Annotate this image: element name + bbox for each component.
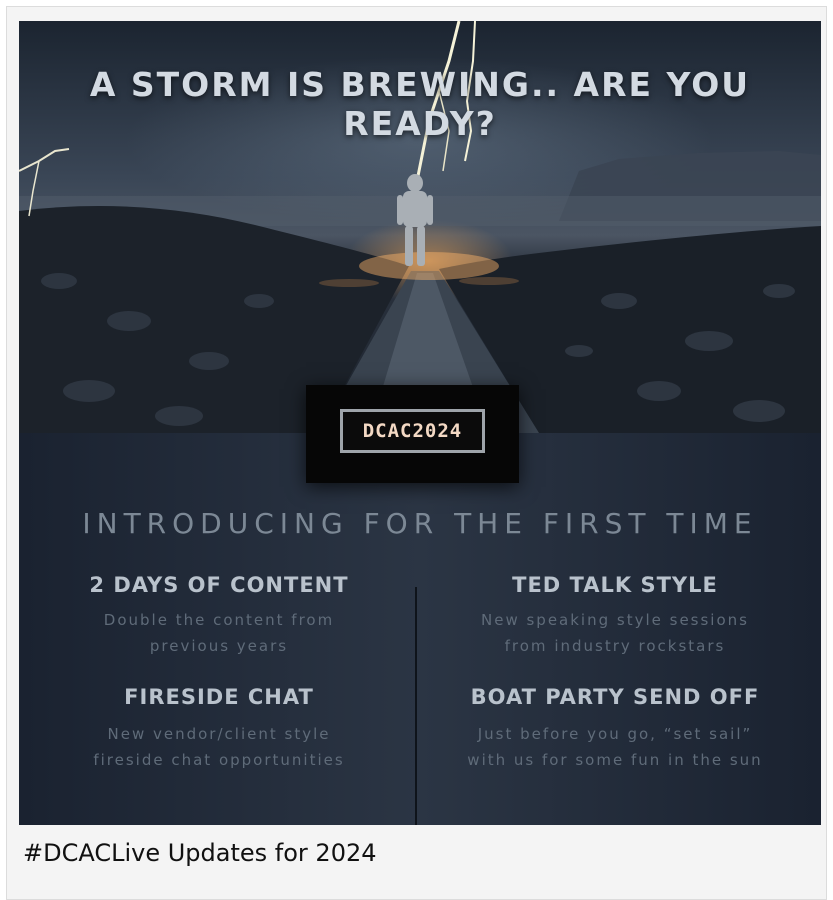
- feature-desc-content: Double the content from previous years: [39, 607, 399, 659]
- feature-desc-line: Just before you go, “set sail”: [477, 725, 753, 743]
- feature-desc-line: New speaking style sessions: [481, 611, 749, 629]
- column-divider: [415, 587, 417, 825]
- feature-desc-line: previous years: [149, 637, 289, 655]
- feature-desc-boat: Just before you go, “set sail” with us f…: [435, 721, 795, 773]
- feature-desc-ted: New speaking style sessions from industr…: [435, 607, 795, 659]
- feature-title-boat: BOAT PARTY SEND OFF: [470, 685, 760, 709]
- post-caption: #DCACLive Updates for 2024: [23, 839, 377, 867]
- feature-desc-line: Double the content from: [103, 611, 335, 629]
- intro-heading: INTRODUCING FOR THE FIRST TIME: [82, 507, 758, 540]
- logo-text: DCAC2024: [362, 420, 463, 442]
- feature-title-ted: TED TALK STYLE: [512, 573, 718, 597]
- storm-hero-artwork: A STORM IS BREWING.. ARE YOU READY?: [19, 21, 821, 433]
- event-poster-image[interactable]: A STORM IS BREWING.. ARE YOU READY? DCAC…: [19, 21, 821, 825]
- logo-frame: DCAC2024: [340, 409, 485, 453]
- dcac-logo-badge: DCAC2024: [306, 385, 519, 483]
- feature-desc-line: from industry rockstars: [504, 637, 726, 655]
- feature-desc-fireside: New vendor/client style fireside chat op…: [39, 721, 399, 773]
- feature-desc-line: New vendor/client style: [107, 725, 331, 743]
- feature-desc-line: with us for some fun in the sun: [467, 751, 763, 769]
- feature-desc-line: fireside chat opportunities: [93, 751, 345, 769]
- poster-headline: A STORM IS BREWING.. ARE YOU READY?: [89, 65, 751, 143]
- feature-title-content: 2 DAYS OF CONTENT: [89, 573, 349, 597]
- post-card: A STORM IS BREWING.. ARE YOU READY? DCAC…: [6, 6, 827, 900]
- feature-title-fireside: FIRESIDE CHAT: [124, 685, 314, 709]
